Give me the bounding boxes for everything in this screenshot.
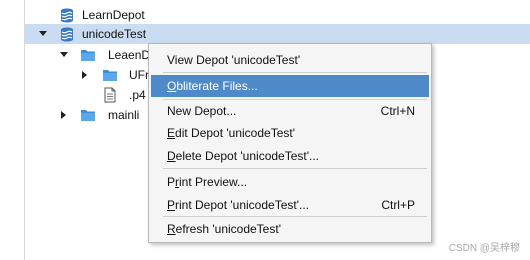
menu-item-print-depot[interactable]: Print Depot 'unicodeTest'... Ctrl+P [151, 194, 429, 216]
tree-item-label: unicodeTest [82, 27, 147, 41]
menu-item-label: View Depot 'unicodeTest' [167, 53, 301, 67]
menu-item-label: Print Preview... [167, 175, 248, 189]
chevron-right-icon[interactable] [59, 110, 69, 120]
menu-item-shortcut: Ctrl+N [380, 104, 415, 118]
folder-icon [81, 50, 95, 61]
depot-icon [61, 27, 73, 42]
menu-item-view-depot[interactable]: View Depot 'unicodeTest' [151, 49, 429, 71]
menu-item-label: Refresh 'unicodeTest' [167, 222, 281, 236]
context-menu: View Depot 'unicodeTest' Obliterate File… [148, 43, 432, 243]
menu-separator [163, 216, 427, 217]
menu-item-print-preview[interactable]: Print Preview... [151, 171, 429, 193]
tree-item-unicodetest[interactable]: unicodeTest [25, 24, 530, 44]
tree-item-label: mainli [108, 108, 140, 122]
tree-item-label: LearnDepot [82, 8, 145, 22]
menu-item-label: Delete Depot 'unicodeTest'... [167, 149, 320, 163]
watermark: CSDN @吴梓穆 [448, 243, 520, 254]
folder-icon [81, 110, 95, 121]
menu-item-new-depot[interactable]: New Depot... Ctrl+N [151, 100, 429, 122]
folder-icon [103, 70, 117, 81]
file-icon [104, 87, 116, 103]
menu-item-obliterate-files[interactable]: Obliterate Files... [151, 75, 429, 97]
menu-separator [163, 168, 427, 169]
menu-item-shortcut: Ctrl+P [381, 198, 415, 212]
tree-item-label: UFr [129, 68, 149, 82]
chevron-down-icon[interactable] [38, 29, 48, 39]
chevron-down-icon[interactable] [59, 50, 69, 60]
menu-item-delete-depot[interactable]: Delete Depot 'unicodeTest'... [151, 145, 429, 167]
menu-item-label: New Depot... [167, 104, 237, 118]
menu-item-edit-depot[interactable]: Edit Depot 'unicodeTest' [151, 122, 429, 144]
menu-separator [163, 72, 427, 73]
chevron-right-icon[interactable] [80, 70, 90, 80]
menu-item-refresh[interactable]: Refresh 'unicodeTest' [151, 218, 429, 240]
tree-item-learndepot[interactable]: LearnDepot [25, 5, 530, 25]
menu-item-label: Edit Depot 'unicodeTest' [167, 126, 296, 140]
tree-item-label: .p4 [129, 88, 146, 102]
menu-item-label: Print Depot 'unicodeTest'... [167, 198, 310, 212]
depot-icon [61, 8, 73, 23]
menu-item-label: Obliterate Files... [167, 79, 258, 93]
